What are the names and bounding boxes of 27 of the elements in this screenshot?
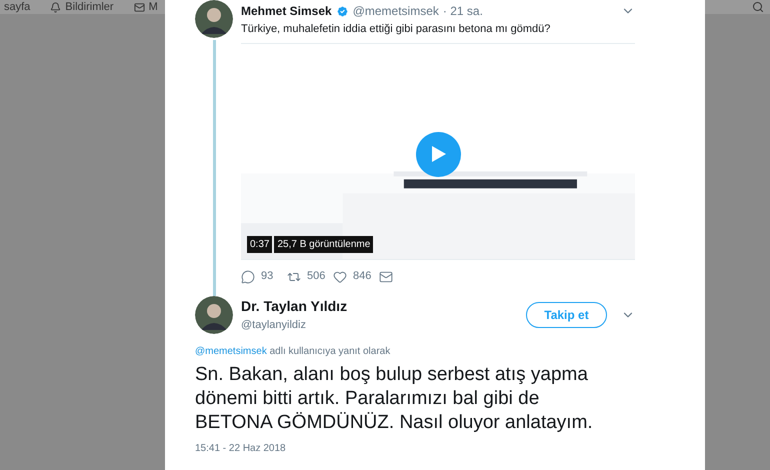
nav-label[interactable]: M	[148, 0, 158, 16]
author-handle[interactable]: @memetsimsek	[352, 2, 439, 20]
bell-icon	[50, 2, 62, 12]
reply-text: Sn. Bakan, alanı boş bulup serbest atış yapma dönemi bitti artık. Paralarımızı bal gibi de BETONA GÖMDÜNÜZ. Nasıl oluyor anlatayım.	[194, 363, 594, 435]
author-handle[interactable]: @taylanyildiz	[241, 317, 348, 334]
author-name[interactable]: Dr. Taylan Yıldız	[241, 296, 348, 318]
duration-label: 0:37	[247, 236, 272, 252]
follow-button[interactable]: Takip et	[526, 302, 607, 328]
reply-context: @memetsimsek adlı kullanıcıya yanıt olarak	[194, 345, 392, 359]
timestamp[interactable]: 15:41 - 22 Haz 2018	[165, 441, 705, 456]
action-button[interactable]: 846	[333, 268, 377, 285]
nav-label[interactable]: Bildirimler	[65, 0, 114, 16]
mention-link[interactable]: @memetsimsek	[195, 346, 267, 357]
avatar	[195, 0, 233, 38]
play-icon	[430, 145, 446, 163]
envelope-icon	[379, 270, 393, 284]
nav-label[interactable]: sayfa	[4, 0, 30, 16]
action-button[interactable]: 93	[241, 268, 285, 285]
heart-icon	[333, 270, 347, 284]
search-icon[interactable]	[752, 1, 764, 13]
mail-icon	[134, 2, 145, 12]
avatar	[195, 296, 233, 334]
author-name[interactable]: Mehmet Simsek	[241, 2, 332, 20]
action-button[interactable]: 506	[287, 268, 331, 285]
views-label: 25,7 B görüntülenme	[274, 236, 374, 252]
tweet-time[interactable]: · 21 sa.	[442, 2, 483, 20]
comment-icon	[241, 270, 255, 284]
